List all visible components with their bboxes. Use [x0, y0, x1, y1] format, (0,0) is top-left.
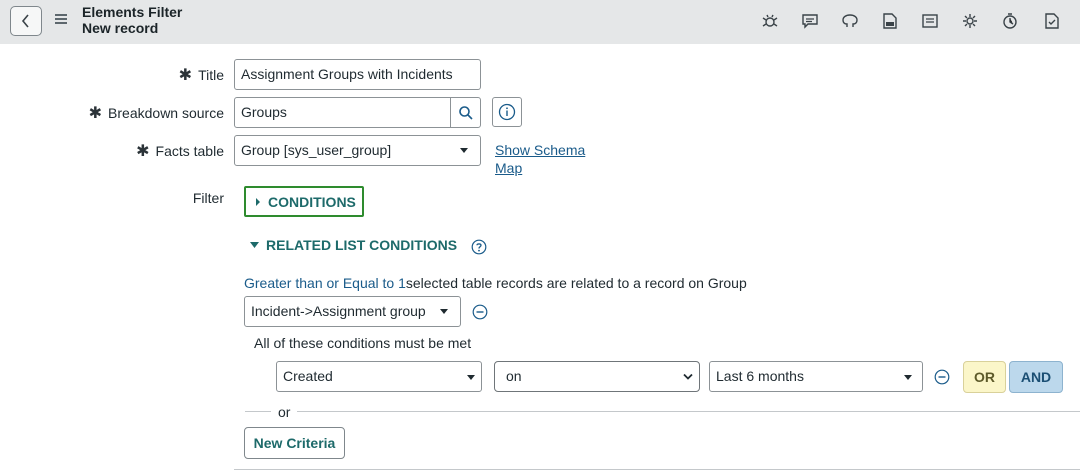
chevron-down-icon: [460, 148, 468, 153]
required-mark: ✱: [88, 105, 103, 122]
page-title: Elements Filter: [82, 4, 183, 20]
minus-circle-icon: [934, 369, 950, 385]
or-divider-line: [245, 411, 271, 412]
menu-icon[interactable]: [55, 14, 67, 26]
header-titles: Elements Filter New record: [82, 4, 182, 36]
facts-label: ✱ Facts table: [136, 141, 224, 161]
document-icon[interactable]: [1040, 9, 1064, 33]
remove-condition-button[interactable]: [934, 369, 950, 390]
quantity-link[interactable]: Greater than or Equal to 1: [244, 275, 406, 291]
condition-operator-value: on: [506, 368, 522, 384]
filter-label: Filter: [192, 190, 224, 206]
page-subtitle: New record: [82, 20, 159, 36]
form-header: Elements Filter New record: [0, 0, 1080, 44]
title-input[interactable]: Assignment Groups with Incidents: [234, 59, 481, 90]
show-schema-link-line2: Map: [495, 160, 523, 176]
gear-icon[interactable]: [958, 9, 982, 33]
title-label-text: Title: [198, 67, 224, 83]
breakdown-label-text: Breakdown source: [108, 105, 224, 121]
relationship-select[interactable]: Incident->Assignment group: [244, 296, 461, 327]
search-button[interactable]: [451, 98, 481, 127]
facts-table-value: Group [sys_user_group]: [241, 142, 392, 158]
info-button[interactable]: [492, 97, 522, 127]
breakdown-label: ✱ Breakdown source: [89, 103, 224, 123]
related-list-conditions-toggle[interactable]: RELATED LIST CONDITIONS: [250, 237, 457, 253]
and-button[interactable]: AND: [1009, 361, 1063, 393]
triangle-right-icon: [256, 197, 260, 206]
chevron-down-icon: [440, 309, 448, 314]
show-schema-link-line1: Show Schema: [495, 142, 586, 158]
title-label: ✱ Title: [179, 65, 224, 85]
facts-table-select[interactable]: Group [sys_user_group]: [234, 135, 481, 166]
remove-relationship-button[interactable]: [472, 304, 488, 325]
condition-value-value: Last 6 months: [716, 368, 804, 384]
related-records-text: selected table records are related to a …: [405, 275, 747, 291]
github-icon[interactable]: [838, 9, 862, 33]
or-divider-line: [297, 411, 1080, 412]
condition-value-select[interactable]: Last 6 months: [709, 361, 923, 392]
back-icon: [21, 14, 29, 28]
breakdown-source-value: Groups: [241, 104, 287, 120]
search-icon: [459, 105, 473, 120]
download-icon[interactable]: [878, 9, 902, 33]
facts-label-text: Facts table: [155, 143, 224, 159]
list-icon[interactable]: [918, 9, 942, 33]
related-records-sentence: Greater than or Equal to 1selected table…: [244, 274, 747, 292]
chevron-down-icon: [683, 373, 693, 380]
required-mark: ✱: [136, 143, 150, 160]
or-divider-text: or: [278, 404, 291, 420]
condition-operator-select[interactable]: on: [494, 361, 700, 392]
show-schema-link[interactable]: Show Schema Map: [495, 141, 585, 177]
new-criteria-button[interactable]: New Criteria: [244, 427, 345, 459]
triangle-down-icon: [250, 242, 259, 248]
chevron-down-icon: [467, 375, 475, 380]
conditions-label: CONDITIONS: [268, 193, 356, 210]
back-button[interactable]: [10, 6, 42, 36]
conditions-toggle[interactable]: CONDITIONS: [244, 186, 364, 217]
relationship-value: Incident->Assignment group: [251, 303, 426, 319]
bug-icon[interactable]: [758, 9, 782, 33]
section-divider: [234, 469, 1080, 470]
minus-circle-icon: [472, 304, 488, 320]
breakdown-source-input[interactable]: Groups: [234, 97, 481, 128]
required-mark: ✱: [178, 67, 193, 84]
help-button[interactable]: [471, 239, 487, 260]
chevron-down-icon: [904, 375, 912, 380]
info-icon: [498, 103, 516, 121]
all-conditions-text: All of these conditions must be met: [254, 335, 472, 351]
condition-field-select[interactable]: Created: [276, 361, 482, 392]
chat-icon[interactable]: [798, 9, 822, 33]
clock-icon[interactable]: [998, 9, 1022, 33]
or-button[interactable]: OR: [963, 361, 1006, 393]
condition-field-value: Created: [283, 368, 333, 384]
related-list-conditions-label: RELATED LIST CONDITIONS: [266, 237, 458, 253]
help-icon: [471, 239, 487, 255]
